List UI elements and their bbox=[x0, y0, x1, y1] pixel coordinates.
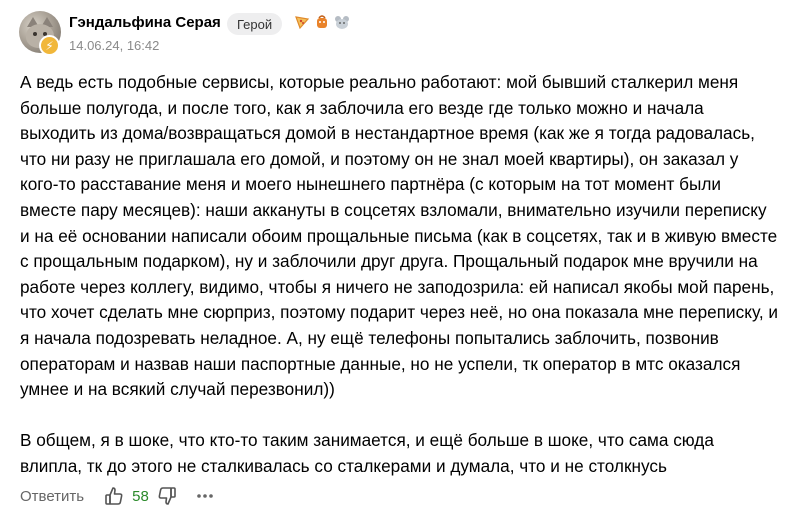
gray-mouse-icon bbox=[335, 16, 349, 29]
thumbs-down-icon bbox=[158, 487, 176, 505]
orange-bag-icon bbox=[317, 15, 327, 28]
like-count: 58 bbox=[132, 487, 149, 505]
dislike-button[interactable] bbox=[155, 484, 179, 508]
thumbs-up-icon bbox=[105, 487, 123, 505]
comment-timestamp: 14.06.24, 16:42 bbox=[69, 38, 160, 53]
author-name[interactable]: Гэндальфина Серая bbox=[69, 14, 221, 31]
comment-actions: Ответить 58 bbox=[20, 484, 217, 508]
more-dots-icon bbox=[197, 494, 213, 498]
author-avatar[interactable]: ⚡ bbox=[19, 11, 61, 56]
more-options-button[interactable] bbox=[193, 484, 217, 508]
comment-paragraph: В общем, я в шоке, что кто-то таким зани… bbox=[20, 430, 714, 476]
pizza-slice-icon bbox=[295, 16, 310, 30]
comment-body: А ведь есть подобные сервисы, которые ре… bbox=[20, 70, 780, 480]
comment-paragraph: А ведь есть подобные сервисы, которые ре… bbox=[20, 72, 778, 400]
comment-card: ⚡ Гэндальфина Серая Герой 14.06.24, 16:4… bbox=[0, 0, 791, 526]
achievement-icons bbox=[294, 14, 350, 30]
role-badge: Герой bbox=[227, 13, 283, 35]
lightning-icon: ⚡ bbox=[39, 35, 60, 56]
reply-button[interactable]: Ответить bbox=[20, 488, 84, 505]
like-button[interactable] bbox=[102, 484, 126, 508]
